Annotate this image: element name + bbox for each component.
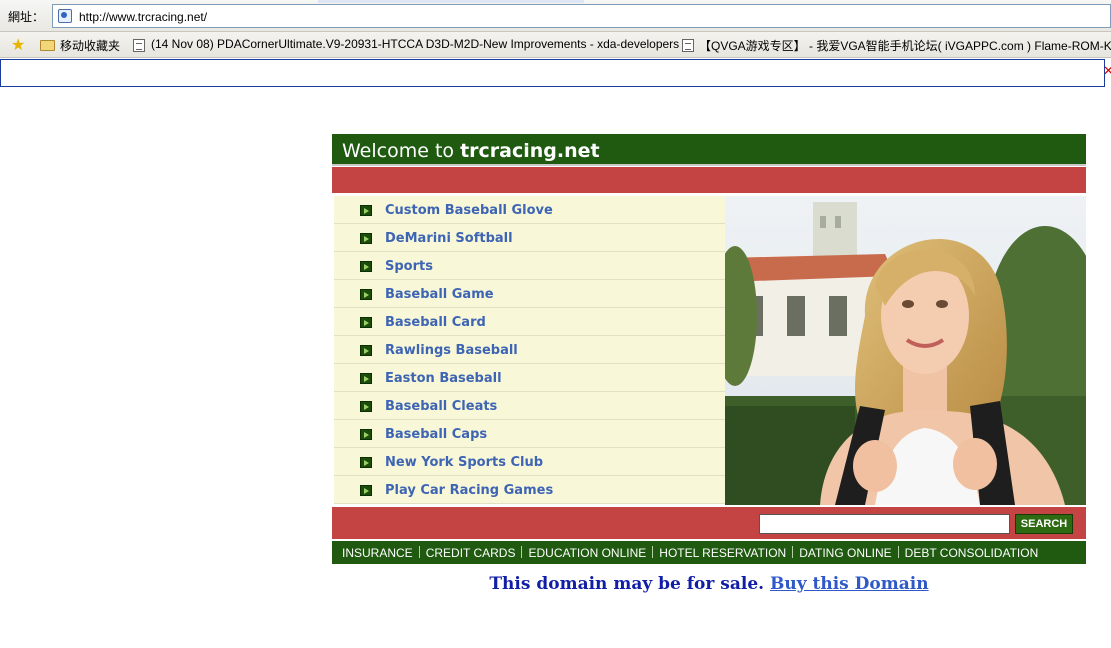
arrow-bullet-icon: [360, 289, 372, 300]
welcome-header: Welcome to trcracing.net: [332, 134, 1086, 166]
nav-education-online[interactable]: EDUCATION ONLINE: [528, 546, 646, 560]
close-icon[interactable]: ✕: [1103, 64, 1111, 79]
page-icon: [58, 9, 72, 23]
link-baseball-game[interactable]: Baseball Game: [385, 287, 494, 302]
search-button[interactable]: SEARCH: [1015, 514, 1073, 534]
link-baseball-caps[interactable]: Baseball Caps: [385, 427, 487, 442]
toolbar-strip[interactable]: [0, 59, 1105, 87]
link-row[interactable]: Baseball Game: [334, 280, 725, 308]
bookmark-ivgappc[interactable]: 【QVGA游戏专区】 - 我爱VGA智能手机论坛( iVGAPPC.com ) …: [699, 37, 1111, 54]
link-row[interactable]: Play Car Racing Games: [334, 476, 725, 504]
link-row[interactable]: Baseball Cleats: [334, 392, 725, 420]
content-area: Custom Baseball Glove DeMarini Softball …: [332, 196, 1086, 505]
arrow-bullet-icon: [360, 429, 372, 440]
link-row[interactable]: Easton Baseball: [334, 364, 725, 392]
address-bar: 網址： http://www.trcracing.net/: [0, 0, 1111, 32]
nav-separator: [792, 546, 794, 558]
link-list: Custom Baseball Glove DeMarini Softball …: [334, 196, 725, 504]
page-icon: [133, 39, 145, 52]
sale-text: This domain may be for sale.: [489, 574, 765, 594]
link-row[interactable]: DeMarini Softball: [334, 224, 725, 252]
address-accent: [318, 0, 584, 3]
arrow-bullet-icon: [360, 317, 372, 328]
arrow-bullet-icon: [360, 485, 372, 496]
nav-debt-consolidation[interactable]: DEBT CONSOLIDATION: [905, 546, 1039, 560]
link-play-car-racing-games[interactable]: Play Car Racing Games: [385, 483, 553, 498]
nav-separator: [897, 546, 899, 558]
hero-photo-illustration: [725, 196, 1086, 505]
link-row[interactable]: Baseball Card: [334, 308, 725, 336]
nav-separator: [418, 546, 420, 558]
nav-separator: [652, 546, 654, 558]
link-row[interactable]: Rawlings Baseball: [334, 336, 725, 364]
nav-insurance[interactable]: INSURANCE: [342, 546, 413, 560]
arrow-bullet-icon: [360, 205, 372, 216]
arrow-bullet-icon: [360, 457, 372, 468]
link-rawlings-baseball[interactable]: Rawlings Baseball: [385, 343, 518, 358]
arrow-bullet-icon: [360, 261, 372, 272]
link-baseball-cleats[interactable]: Baseball Cleats: [385, 399, 497, 414]
nav-dating-online[interactable]: DATING ONLINE: [799, 546, 891, 560]
bookmark-xda-developers[interactable]: (14 Nov 08) PDACornerUltimate.V9-20931-H…: [151, 37, 679, 51]
arrow-bullet-icon: [360, 233, 372, 244]
site-container: Welcome to trcracing.net Custom Baseball…: [332, 134, 1086, 594]
nav-hotel-reservation[interactable]: HOTEL RESERVATION: [659, 546, 786, 560]
page-icon: [682, 39, 694, 52]
link-row[interactable]: New York Sports Club: [334, 448, 725, 476]
nav-credit-cards[interactable]: CREDIT CARDS: [426, 546, 516, 560]
link-custom-baseball-glove[interactable]: Custom Baseball Glove: [385, 203, 553, 218]
link-row[interactable]: Custom Baseball Glove: [334, 196, 725, 224]
hero-photo: [725, 196, 1086, 505]
link-row[interactable]: Baseball Caps: [334, 420, 725, 448]
favorites-star-icon[interactable]: ★: [11, 35, 25, 54]
top-red-bar: [332, 167, 1086, 193]
arrow-bullet-icon: [360, 373, 372, 384]
arrow-bullet-icon: [360, 345, 372, 356]
link-easton-baseball[interactable]: Easton Baseball: [385, 371, 502, 386]
address-label: 網址：: [8, 10, 45, 24]
bottom-nav: INSURANCE CREDIT CARDS EDUCATION ONLINE HOT…: [332, 541, 1086, 564]
arrow-bullet-icon: [360, 401, 372, 412]
link-sports[interactable]: Sports: [385, 259, 433, 274]
address-url[interactable]: http://www.trcracing.net/: [79, 10, 207, 24]
domain-name: trcracing.net: [460, 140, 600, 162]
folder-icon: [40, 40, 55, 51]
link-baseball-card[interactable]: Baseball Card: [385, 315, 486, 330]
welcome-prefix: Welcome to: [342, 140, 461, 162]
link-row[interactable]: Sports: [334, 252, 725, 280]
sale-notice: This domain may be for sale. Buy this Do…: [332, 574, 1086, 594]
bookmarks-bar: ★ 移动收藏夹 (14 Nov 08) PDACornerUltimate.V9…: [0, 32, 1111, 58]
bookmark-mobile-favorites[interactable]: 移动收藏夹: [60, 37, 120, 54]
search-bar: SEARCH: [332, 507, 1086, 539]
link-demarini-softball[interactable]: DeMarini Softball: [385, 231, 513, 246]
search-input[interactable]: [759, 514, 1010, 534]
buy-domain-link[interactable]: Buy this Domain: [770, 574, 929, 594]
link-new-york-sports-club[interactable]: New York Sports Club: [385, 455, 543, 470]
nav-separator: [521, 546, 523, 558]
address-input[interactable]: http://www.trcracing.net/: [52, 4, 1111, 28]
